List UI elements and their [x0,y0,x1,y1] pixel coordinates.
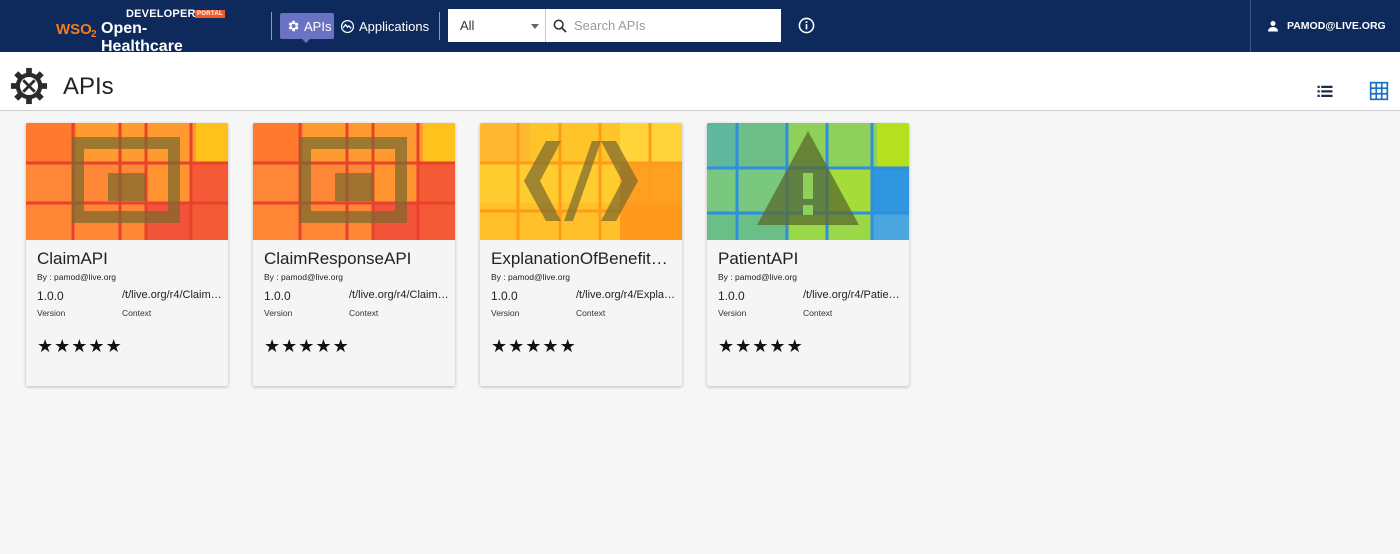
gear-icon [288,20,299,32]
developer-label: DEVELOPER [126,8,196,20]
api-thumbnail [707,123,909,240]
list-view-icon[interactable] [1316,82,1334,100]
user-menu[interactable]: PAMOD@LIVE.ORG [1250,0,1400,52]
api-thumbnail [253,123,455,240]
api-version: 1.0.0 [491,289,518,303]
context-label: Context [122,308,152,318]
context-label: Context [803,308,833,318]
version-label: Version [718,308,747,318]
api-card[interactable]: ClaimResponseAPI By : pamod@live.org 1.0… [253,123,455,386]
grid-view-icon[interactable] [1369,81,1389,101]
logo-brand: WSO [56,21,92,38]
star-icon[interactable]: ★ [542,338,558,356]
api-provider: By : pamod@live.org [37,272,117,282]
active-indicator [301,38,311,43]
star-icon[interactable]: ★ [508,338,524,356]
api-rating[interactable]: ★ ★ ★ ★ ★ [491,338,576,356]
info-icon[interactable] [798,17,815,34]
nav-apis-label: APIs [304,18,332,34]
api-card[interactable]: PatientAPI By : pamod@live.org 1.0.0 /t/… [707,123,909,386]
user-name: PAMOD@LIVE.ORG [1287,20,1386,32]
api-name[interactable]: ClaimAPI [37,249,223,269]
star-icon[interactable]: ★ [54,338,70,356]
api-gear-icon [10,67,48,105]
version-label: Version [37,308,66,318]
api-card[interactable]: ClaimAPI By : pamod@live.org 1.0.0 /t/li… [26,123,228,386]
star-icon[interactable]: ★ [88,338,104,356]
star-icon[interactable]: ★ [787,338,803,356]
star-icon[interactable]: ★ [333,338,349,356]
api-name[interactable]: PatientAPI [718,249,904,269]
wso2-logo[interactable]: DEVELOPER PORTAL WSO 2 Open-Healthcare [56,6,226,55]
search-icon [553,19,567,33]
api-context: /t/live.org/r4/ExplanationOfBenefitAPI [576,289,676,301]
star-icon[interactable]: ★ [769,338,785,356]
api-name[interactable]: ClaimResponseAPI [264,249,450,269]
api-context: /t/live.org/r4/PatientAPI [803,289,903,301]
applications-icon [340,19,355,33]
user-icon [1268,21,1278,32]
search-box [546,9,781,42]
divider [439,12,440,40]
api-rating[interactable]: ★ ★ ★ ★ ★ [718,338,803,356]
context-label: Context [576,308,606,318]
api-name[interactable]: ExplanationOfBenefitAPI [491,249,677,269]
api-rating[interactable]: ★ ★ ★ ★ ★ [37,338,122,356]
api-version: 1.0.0 [264,289,291,303]
api-thumbnail [480,123,682,240]
api-card[interactable]: ExplanationOfBenefitAPI By : pamod@live.… [480,123,682,386]
divider [271,12,272,40]
nav-applications-label: Applications [359,18,430,34]
api-provider: By : pamod@live.org [264,272,344,282]
page-title: APIs [63,73,114,100]
page-title-bar: APIs [0,52,1400,111]
api-provider: By : pamod@live.org [491,272,571,282]
star-icon[interactable]: ★ [752,338,768,356]
context-label: Context [349,308,379,318]
star-icon[interactable]: ★ [525,338,541,356]
api-context: /t/live.org/r4/ClaimResponseAPI [349,289,449,301]
search-filter-value: All [460,18,475,33]
star-icon[interactable]: ★ [106,338,122,356]
star-icon[interactable]: ★ [560,338,576,356]
search-input[interactable] [574,18,774,33]
search-filter-select[interactable]: All [448,9,546,42]
portal-badge: PORTAL [195,10,226,18]
star-icon[interactable]: ★ [735,338,751,356]
chevron-down-icon [531,24,539,29]
star-icon[interactable]: ★ [718,338,734,356]
nav-applications-button[interactable]: Applications [340,13,429,39]
star-icon[interactable]: ★ [37,338,53,356]
star-icon[interactable]: ★ [298,338,314,356]
environment-name: Open-Healthcare [101,20,183,55]
star-icon[interactable]: ★ [264,338,280,356]
star-icon[interactable]: ★ [491,338,507,356]
api-provider: By : pamod@live.org [718,272,798,282]
top-app-bar: DEVELOPER PORTAL WSO 2 Open-Healthcare A… [0,0,1400,55]
nav-apis-button[interactable]: APIs [280,13,334,39]
version-label: Version [264,308,293,318]
api-version: 1.0.0 [718,289,745,303]
api-rating[interactable]: ★ ★ ★ ★ ★ [264,338,349,356]
api-version: 1.0.0 [37,289,64,303]
logo-brand-sub: 2 [91,29,97,40]
api-thumbnail [26,123,228,240]
star-icon[interactable]: ★ [315,338,331,356]
api-context: /t/live.org/r4/ClaimAPI [122,289,222,301]
version-label: Version [491,308,520,318]
star-icon[interactable]: ★ [281,338,297,356]
star-icon[interactable]: ★ [71,338,87,356]
